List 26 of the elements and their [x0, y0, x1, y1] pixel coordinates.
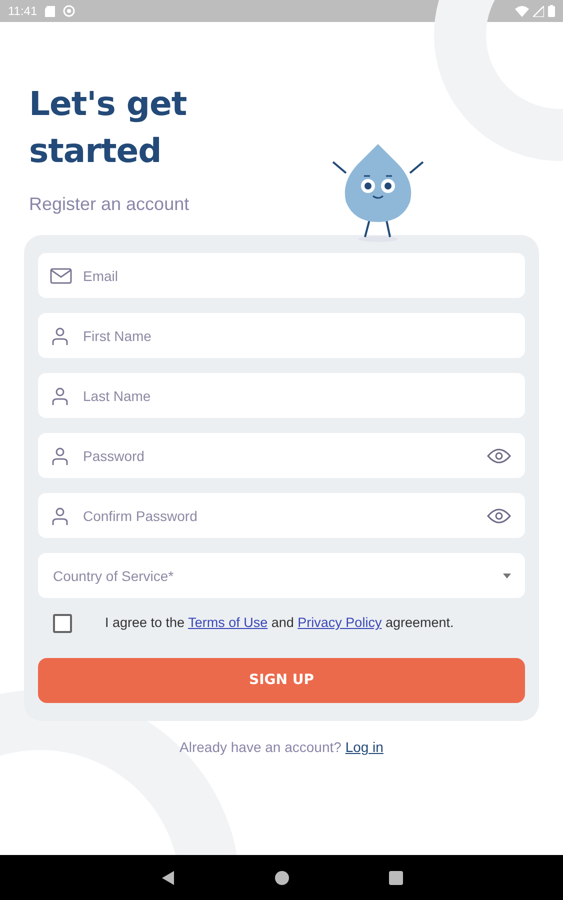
status-time: 11:41 [8, 3, 38, 20]
country-select[interactable]: Country of Service* [38, 553, 525, 598]
terms-link[interactable]: Terms of Use [188, 615, 268, 630]
wifi-icon [515, 6, 529, 16]
log-in-link[interactable]: Log in [345, 739, 384, 756]
input-field[interactable]: First Name [38, 313, 525, 358]
login-prompt: Already have an account? [180, 739, 342, 756]
terms-link[interactable]: Privacy Policy [298, 615, 382, 630]
signal-icon [533, 6, 544, 16]
page-subtitle: Register an account [29, 193, 190, 216]
dropdown-caret-icon[interactable] [503, 573, 511, 578]
battery-icon [548, 5, 555, 17]
agree-checkbox[interactable] [53, 614, 72, 633]
sd-card-icon [45, 6, 56, 16]
input-field[interactable]: Password [38, 433, 525, 478]
back-icon[interactable] [160, 870, 174, 884]
home-icon[interactable] [274, 870, 288, 884]
recents-icon[interactable] [388, 870, 402, 884]
circle-icon [63, 5, 76, 17]
input-field[interactable]: Email [38, 253, 525, 298]
input-field[interactable]: Confirm Password [38, 493, 525, 538]
agreement-text: I agree to the Terms of Use and Privacy Policy agreement. [105, 614, 454, 632]
eye-icon[interactable] [487, 448, 511, 464]
input-field[interactable]: Last Name [38, 373, 525, 418]
eye-icon[interactable] [487, 508, 511, 524]
page-title: Let's get started [29, 83, 188, 172]
